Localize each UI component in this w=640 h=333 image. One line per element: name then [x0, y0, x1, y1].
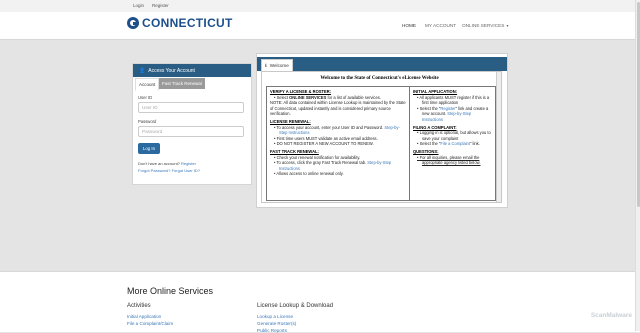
register-link-inline[interactable]: Register [440, 106, 455, 111]
more-services-heading: More Online Services [127, 286, 214, 296]
table-divider [409, 87, 410, 200]
initial-bullet-1: All applicants MUST register if this is … [413, 95, 493, 106]
lookup-heading: License Lookup & Download [257, 303, 334, 309]
file-complaint-link[interactable]: File a Complaint [440, 141, 470, 146]
nav-my-account[interactable]: MY ACCOUNT [425, 23, 456, 28]
login-link[interactable]: Login [133, 3, 144, 8]
verify-text-pre: Select [276, 94, 290, 100]
tab-fast-track-renewal[interactable]: Fast Track Renewal [159, 78, 205, 89]
activities-heading: Activities [127, 303, 151, 309]
info-icon: ℹ [265, 62, 267, 68]
initial-text-pre: Select the " [419, 105, 441, 111]
forgot-links: Forgot Password? Forgot User ID? [138, 168, 200, 173]
scanmalware-watermark: ScanMalware [590, 312, 632, 319]
forgot-password-link[interactable]: Forgot Password? [138, 168, 170, 173]
register-link[interactable]: Register [152, 3, 169, 8]
user-id-label: User ID [138, 95, 153, 100]
forgot-user-id-link[interactable]: Forgot User ID? [172, 168, 200, 173]
complaint-bullet-2: Select the "File a Complaint" link. [413, 141, 493, 147]
verify-note: NOTE: All data contained within License … [270, 100, 406, 117]
connecticut-logo[interactable]: CONNECTICUT [127, 15, 233, 31]
welcome-tab-label: Welcome [269, 63, 289, 68]
user-icon: 👤 [139, 67, 146, 74]
nav-home[interactable]: HOME [402, 23, 416, 28]
password-label: Password [138, 119, 157, 124]
register-prompt: Don't have an account? Register [138, 161, 196, 166]
tab-account[interactable]: Account [135, 78, 160, 91]
online-services-text: ONLINE SERVICES [289, 94, 327, 100]
password-input[interactable]: Password [138, 126, 244, 137]
user-id-input[interactable]: User ID [138, 102, 244, 113]
nav-online-services[interactable]: ONLINE SERVICES ▼ [462, 23, 509, 28]
renewal-text-1: To access your account, enter your User … [276, 124, 384, 130]
logo-text: CONNECTICUT [142, 16, 233, 30]
generate-rosters-link[interactable]: Generate Roster(s) [257, 321, 296, 326]
welcome-table: VERIFY A LICENSE & ROSTER: Select ONLINE… [266, 86, 496, 201]
scrollbar-thumb[interactable] [636, 2, 640, 207]
renewal-bullet-3: DO NOT REGISTER A NEW ACCOUNT TO RENEW. [270, 141, 407, 147]
no-account-text: Don't have an account? [138, 161, 180, 166]
initial-bullet-2: Select the "Register" link and create a … [413, 106, 493, 123]
footer: More Online Services Activities Initial … [0, 271, 640, 333]
lookup-license-link[interactable]: Lookup a License [257, 314, 293, 319]
login-tabs: Account Fast Track Renewal [133, 78, 251, 91]
welcome-left-column: VERIFY A LICENSE & ROSTER: Select ONLINE… [270, 89, 407, 177]
page-scrollbar[interactable] [635, 0, 640, 331]
verify-text-post: for a list of available services. [326, 94, 381, 100]
renewal-bullet-1: To access your account, enter your User … [270, 125, 407, 136]
welcome-scrollbar[interactable] [496, 72, 501, 202]
fast-track-bullet-3: Allows access to online renewal only. [270, 171, 407, 177]
login-heading: Access Your Account [148, 67, 195, 74]
welcome-title: Welcome to the State of Connecticut's eL… [320, 76, 439, 81]
site-header: CONNECTICUT HOME MY ACCOUNT ONLINE SERVI… [0, 12, 640, 40]
log-in-button[interactable]: Log In [138, 143, 160, 154]
file-complaint-claim-link[interactable]: File a Complaint/Claim [127, 321, 173, 326]
fast-track-bullet-2: To access, click the gray Fast Track Ren… [270, 160, 407, 171]
login-panel: 👤 Access Your Account Account Fast Track… [132, 63, 252, 185]
register-link-panel[interactable]: Register [181, 161, 196, 166]
fast-track-text-2: To access, click the gray Fast Track Ren… [276, 160, 367, 166]
complaint-text-pre: Select the " [419, 141, 441, 147]
welcome-panel: ℹ Welcome Welcome to the State of Connec… [256, 53, 508, 208]
questions-bullet: For all inquiries, please email the appr… [413, 155, 493, 166]
ct-logo-icon [127, 17, 139, 29]
initial-application-link[interactable]: Initial Application [127, 314, 161, 319]
login-panel-header: 👤 Access Your Account [133, 64, 251, 77]
tab-welcome[interactable]: ℹ Welcome [261, 59, 293, 71]
chevron-down-icon: ▼ [505, 24, 510, 28]
welcome-tab-bar [257, 57, 507, 71]
complaint-text-post: " link. [469, 141, 480, 147]
complaint-bullet-1: Logging in is optional, but allows you t… [413, 130, 493, 141]
welcome-content: Welcome to the State of Connecticut's eL… [261, 71, 502, 203]
welcome-right-column: INITIAL APPLICATION: All applicants MUST… [413, 89, 493, 166]
nav-online-services-label: ONLINE SERVICES [462, 23, 505, 28]
